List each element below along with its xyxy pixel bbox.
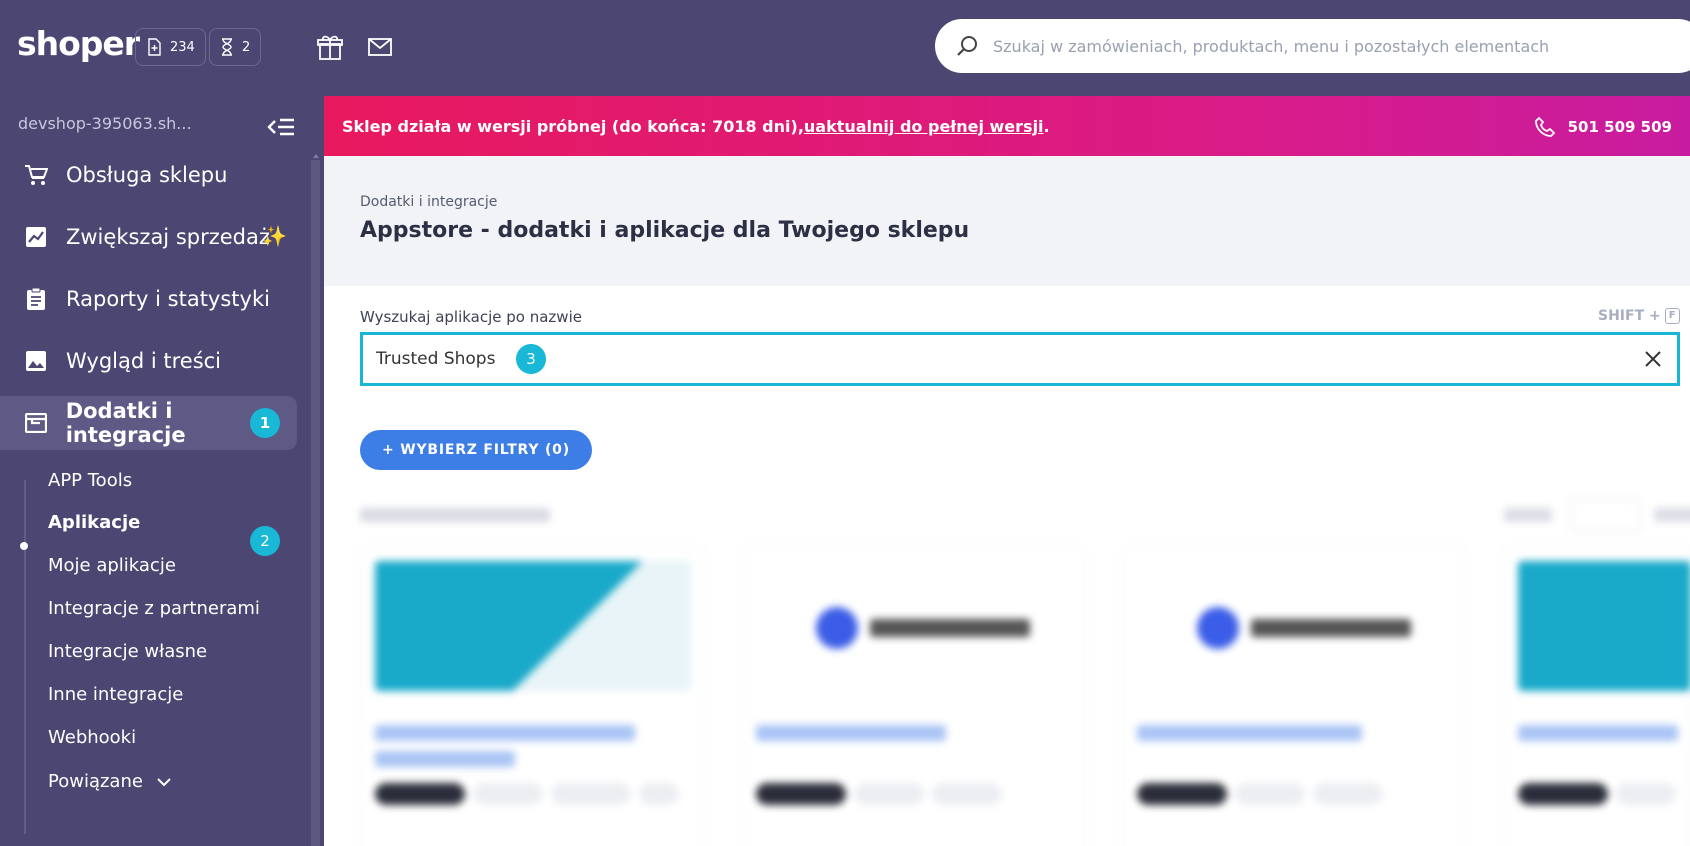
sidebar-item-label: Wygląd i treści bbox=[66, 349, 222, 373]
submenu-item-moje-aplikacje[interactable]: Moje aplikacje bbox=[48, 555, 176, 576]
pending-counter-button[interactable]: 2 bbox=[209, 28, 262, 66]
trial-banner: Sklep działa w wersji próbnej (do końca:… bbox=[324, 96, 1690, 156]
window-icon bbox=[22, 409, 50, 437]
submenu-item-integracje-partnerzy[interactable]: Integracje z partnerami bbox=[48, 598, 260, 619]
sort-control-placeholder bbox=[1504, 498, 1690, 532]
submenu-item-aplikacje[interactable]: Aplikacje bbox=[48, 512, 140, 533]
app-card bbox=[360, 546, 705, 846]
submenu-item-integracje-wlasne[interactable]: Integracje własne bbox=[48, 641, 207, 662]
pending-count: 2 bbox=[242, 39, 251, 55]
clipboard-icon bbox=[22, 285, 50, 313]
submenu-item-webhooki[interactable]: Webhooki bbox=[48, 727, 136, 748]
submenu-item-label: Powiązane bbox=[48, 771, 143, 792]
sidebar-item-label: Obsługa sklepu bbox=[66, 163, 228, 187]
support-phone[interactable]: 501 509 509 bbox=[1534, 116, 1672, 138]
page-header: Dodatki i integracje Appstore - dodatki … bbox=[324, 156, 1690, 286]
upgrade-link[interactable]: uaktualnij do pełnej wersji bbox=[804, 117, 1044, 136]
collapse-sidebar-icon[interactable] bbox=[266, 114, 296, 140]
global-search[interactable] bbox=[935, 19, 1690, 73]
sidebar-item-wyglad[interactable]: Wygląd i treści bbox=[0, 334, 297, 388]
gift-icon[interactable] bbox=[316, 33, 344, 61]
sidebar-item-raporty[interactable]: Raporty i statystyki bbox=[0, 272, 297, 326]
choose-filters-button[interactable]: + WYBIERZ FILTRY (0) bbox=[360, 430, 592, 470]
new-document-icon bbox=[148, 38, 161, 56]
banner-text: Sklep działa w wersji próbnej (do końca:… bbox=[342, 116, 804, 136]
top-bar: shoper 234 2 bbox=[0, 0, 1690, 96]
sidebar-item-dodatki[interactable]: Dodatki i integracje 1 bbox=[0, 396, 297, 450]
sparkle-icon: ✨ bbox=[262, 224, 287, 248]
search-icon bbox=[957, 36, 977, 56]
breadcrumb[interactable]: Dodatki i integracje bbox=[360, 194, 497, 210]
main-content: Wyszukaj aplikacje po nazwie SHIFT + F 3… bbox=[324, 286, 1690, 846]
step-badge: 3 bbox=[516, 344, 546, 374]
shortcut-key: F bbox=[1664, 308, 1680, 324]
app-card bbox=[741, 546, 1086, 846]
shortcut-modifier: SHIFT + bbox=[1598, 308, 1661, 324]
sidebar-item-label: Zwiększaj sprzedaż bbox=[66, 225, 270, 249]
sidebar: devshop-395063.sh... Obsługa sklepu Zwię… bbox=[0, 96, 324, 846]
submenu-item-app-tools[interactable]: APP Tools bbox=[48, 470, 132, 491]
submenu-item-powiazane[interactable]: Powiązane bbox=[48, 771, 171, 792]
banner-text-end: . bbox=[1043, 116, 1050, 136]
app-search-field[interactable]: 3 bbox=[360, 332, 1680, 386]
chart-icon bbox=[22, 223, 50, 251]
app-card bbox=[1122, 546, 1467, 846]
sidebar-item-zwiekszaj-sprzedaz[interactable]: Zwiększaj sprzedaż ✨ bbox=[0, 210, 297, 264]
global-search-input[interactable] bbox=[993, 36, 1613, 56]
active-dot bbox=[20, 542, 28, 550]
cart-icon bbox=[22, 161, 50, 189]
shop-name[interactable]: devshop-395063.sh... bbox=[18, 114, 192, 133]
step-badge: 2 bbox=[250, 526, 280, 556]
sidebar-scrollbar[interactable] bbox=[311, 154, 320, 846]
phone-icon bbox=[1534, 116, 1555, 137]
results-count-placeholder bbox=[360, 508, 550, 522]
chevron-down-icon bbox=[157, 777, 171, 786]
image-icon bbox=[22, 347, 50, 375]
submenu-line bbox=[24, 480, 26, 834]
sidebar-item-label: Raporty i statystyki bbox=[66, 287, 270, 311]
page-title: Appstore - dodatki i aplikacje dla Twoje… bbox=[360, 218, 970, 243]
sidebar-item-obsluga-sklepu[interactable]: Obsługa sklepu bbox=[0, 148, 297, 202]
phone-number: 501 509 509 bbox=[1567, 118, 1672, 136]
mail-icon[interactable] bbox=[366, 33, 394, 61]
shoper-logo[interactable]: shoper bbox=[17, 24, 140, 63]
submenu-item-inne-integracje[interactable]: Inne integracje bbox=[48, 684, 183, 705]
app-card bbox=[1503, 546, 1690, 846]
orders-counter-button[interactable]: 234 bbox=[135, 28, 206, 66]
app-search-input[interactable] bbox=[376, 349, 516, 369]
app-search-label: Wyszukaj aplikacje po nazwie bbox=[360, 308, 582, 326]
step-badge: 1 bbox=[250, 408, 280, 438]
keyboard-shortcut-hint: SHIFT + F bbox=[1598, 308, 1680, 324]
orders-count: 234 bbox=[170, 39, 195, 55]
clear-icon[interactable] bbox=[1643, 349, 1663, 369]
hourglass-icon bbox=[222, 38, 232, 56]
